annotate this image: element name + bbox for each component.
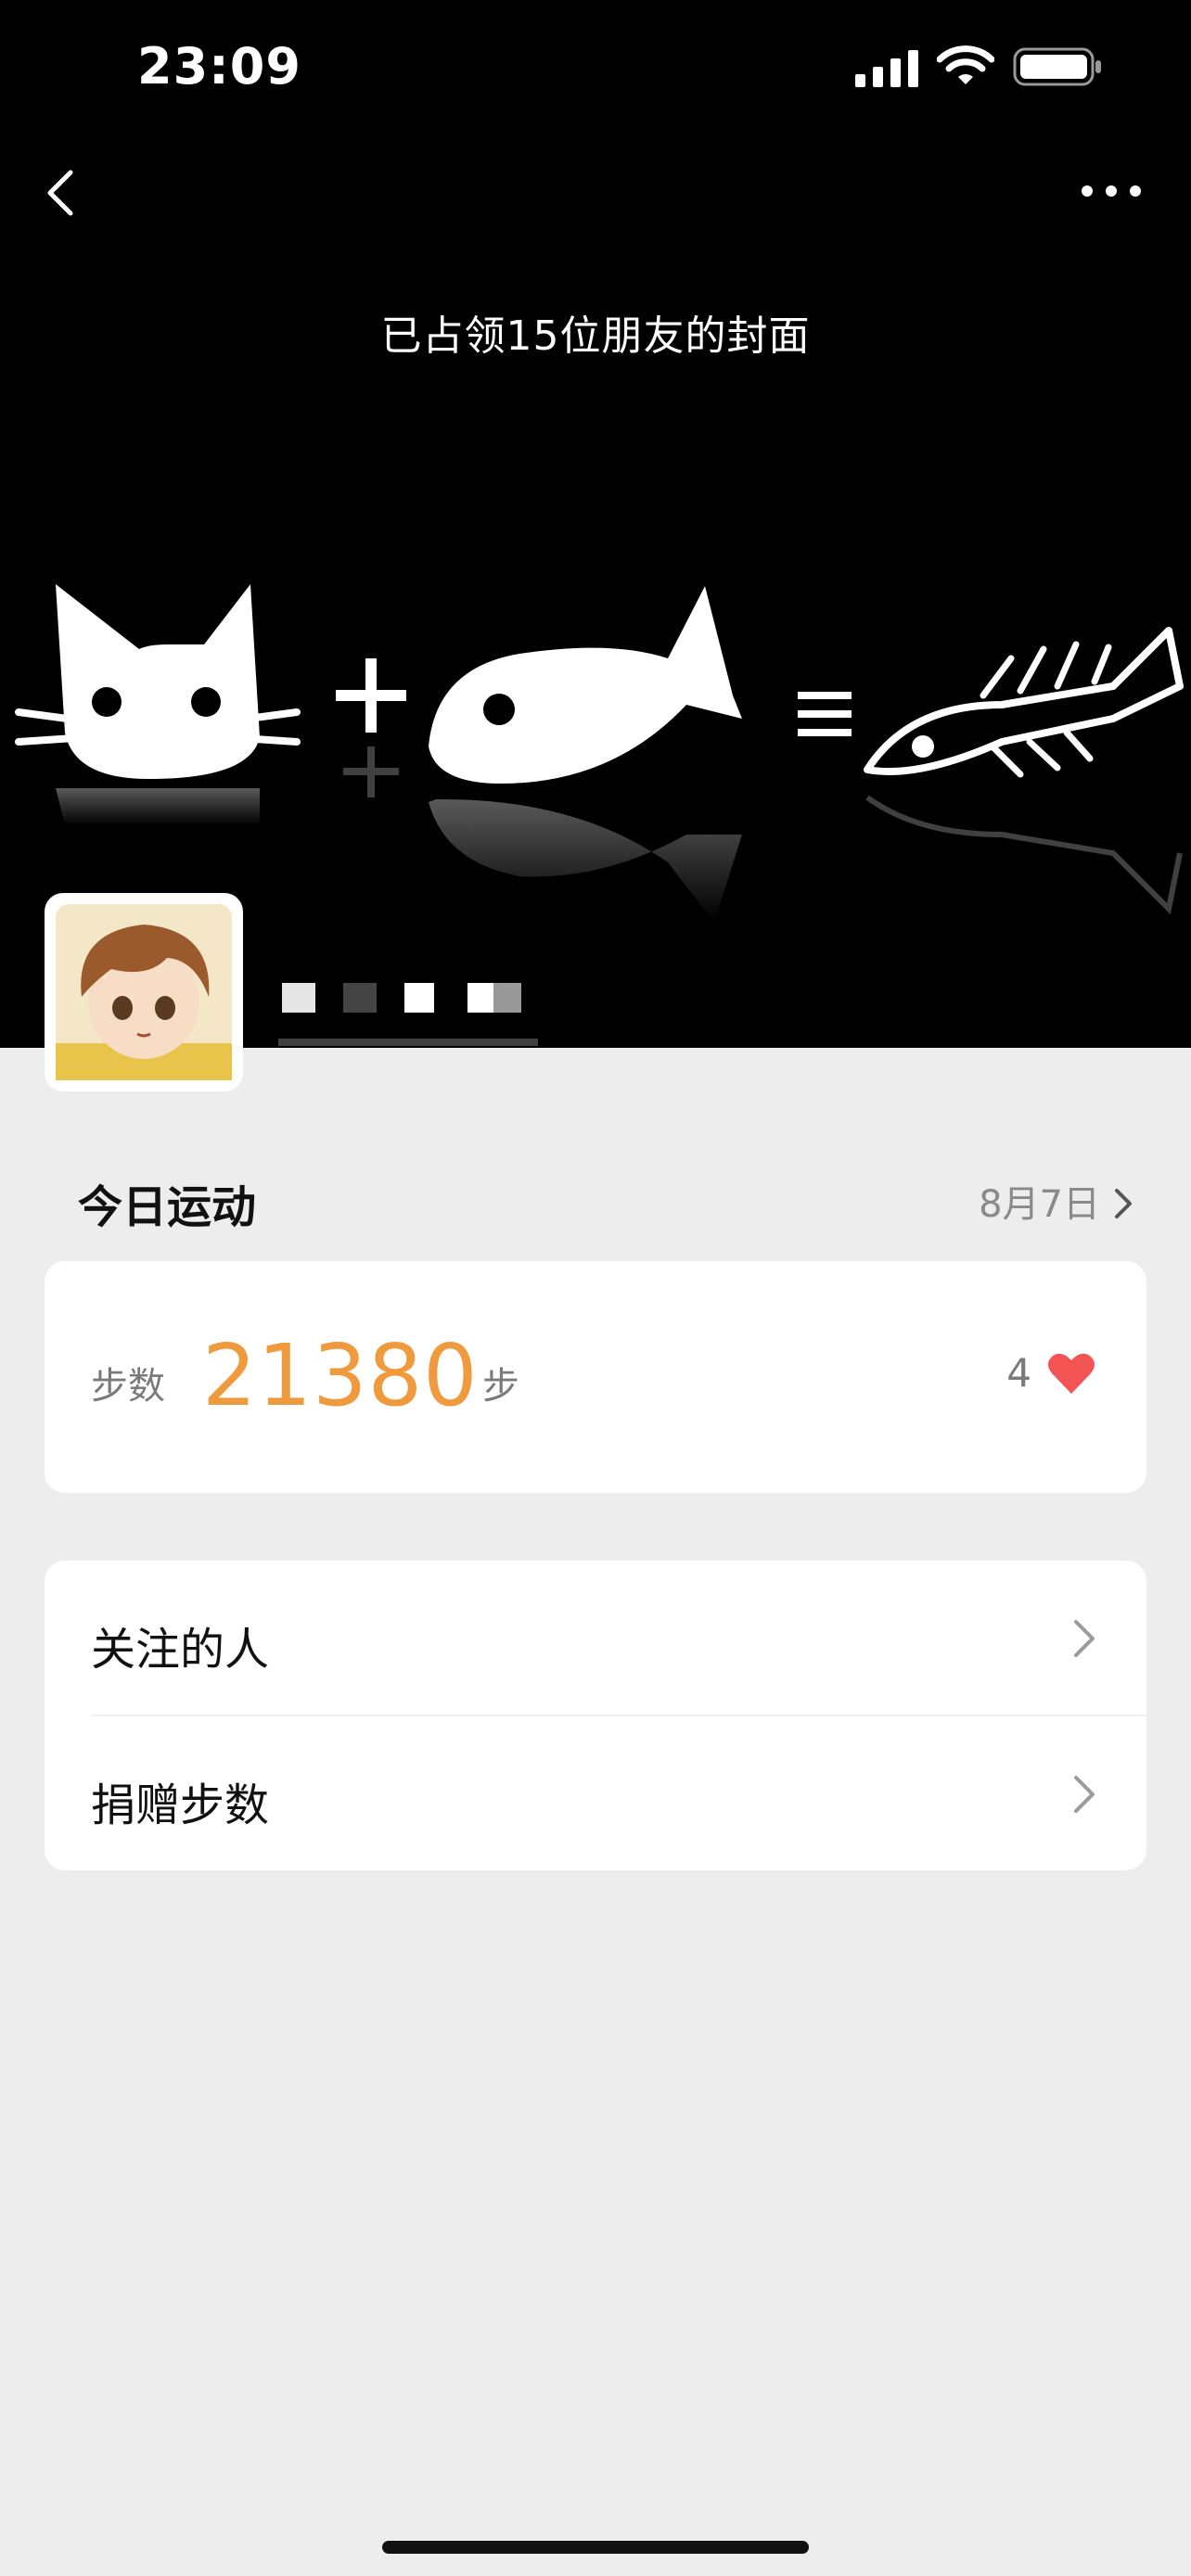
more-options-button[interactable] <box>1076 172 1146 210</box>
menu-card: 关注的人 捐赠步数 <box>45 1561 1146 1870</box>
menu-item-donate-steps[interactable]: 捐赠步数 <box>45 1716 1146 1870</box>
chevron-right-icon <box>1115 1189 1132 1218</box>
nickname-blurred <box>278 983 538 1046</box>
battery-icon <box>1013 47 1101 86</box>
status-bar: 23:09 <box>0 0 1191 139</box>
date-label: 8月7日 <box>979 1183 1100 1226</box>
back-button[interactable] <box>37 156 93 230</box>
menu-item-followed-people[interactable]: 关注的人 <box>45 1561 1146 1715</box>
steps-card[interactable]: 步数 21380 步 4 <box>45 1261 1146 1493</box>
date-selector[interactable]: 8月7日 <box>979 1174 1133 1228</box>
avatar-image <box>56 904 232 1080</box>
likes-button[interactable]: 4 <box>1006 1350 1096 1396</box>
chevron-right-icon <box>1074 1620 1095 1657</box>
steps-unit: 步 <box>482 1365 519 1408</box>
cat-fish-cover-image <box>15 584 1184 923</box>
menu-item-label: 捐赠步数 <box>91 1779 270 1831</box>
likes-count: 4 <box>1006 1350 1031 1396</box>
cellular-signal-icon <box>855 50 918 87</box>
profile-avatar[interactable] <box>45 893 243 1091</box>
home-indicator[interactable] <box>382 2541 809 2554</box>
chevron-right-icon <box>1074 1776 1095 1813</box>
today-exercise-title: 今日运动 <box>78 1181 257 1233</box>
wifi-icon <box>937 45 994 84</box>
steps-value: 21380 <box>202 1326 479 1425</box>
heart-icon <box>1048 1353 1095 1394</box>
status-time: 23:09 <box>137 37 301 96</box>
menu-item-label: 关注的人 <box>91 1624 270 1676</box>
cover-area[interactable]: 23:09 已占领15位朋友的封面 <box>0 0 1191 1048</box>
steps-label: 步数 <box>91 1365 165 1408</box>
cover-caption: 已占领15位朋友的封面 <box>380 312 811 360</box>
